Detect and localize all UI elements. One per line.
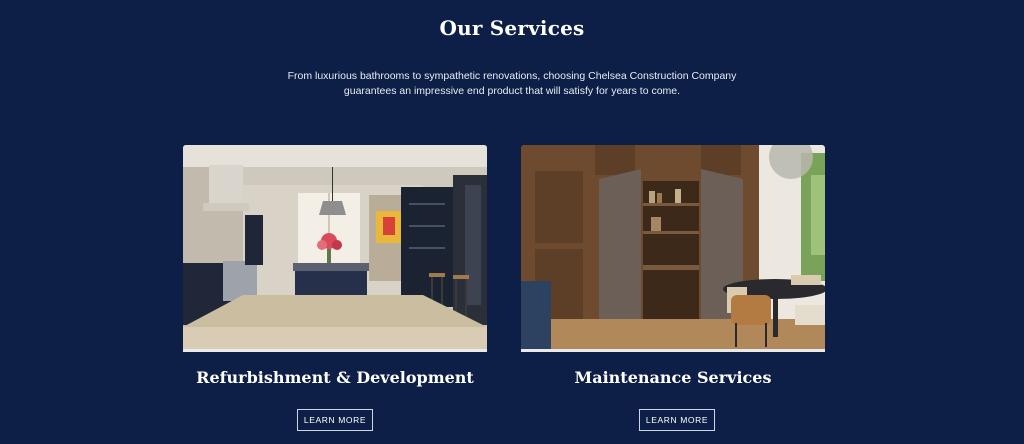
dining-room-photo[interactable] [521, 145, 825, 352]
learn-more-button[interactable]: LEARN MORE [639, 409, 715, 431]
learn-more-button[interactable]: LEARN MORE [297, 409, 373, 431]
card-title: Maintenance Services [574, 368, 772, 387]
card-title: Refurbishment & Development [196, 368, 474, 387]
kitchen-photo[interactable] [183, 145, 487, 352]
section-intro: From luxurious bathrooms to sympathetic … [287, 70, 737, 97]
service-card-maintenance: Maintenance Services LEARN MORE [521, 145, 825, 431]
section-title: Our Services [439, 16, 585, 40]
service-card-refurbishment: Refurbishment & Development LEARN MORE [183, 145, 487, 431]
